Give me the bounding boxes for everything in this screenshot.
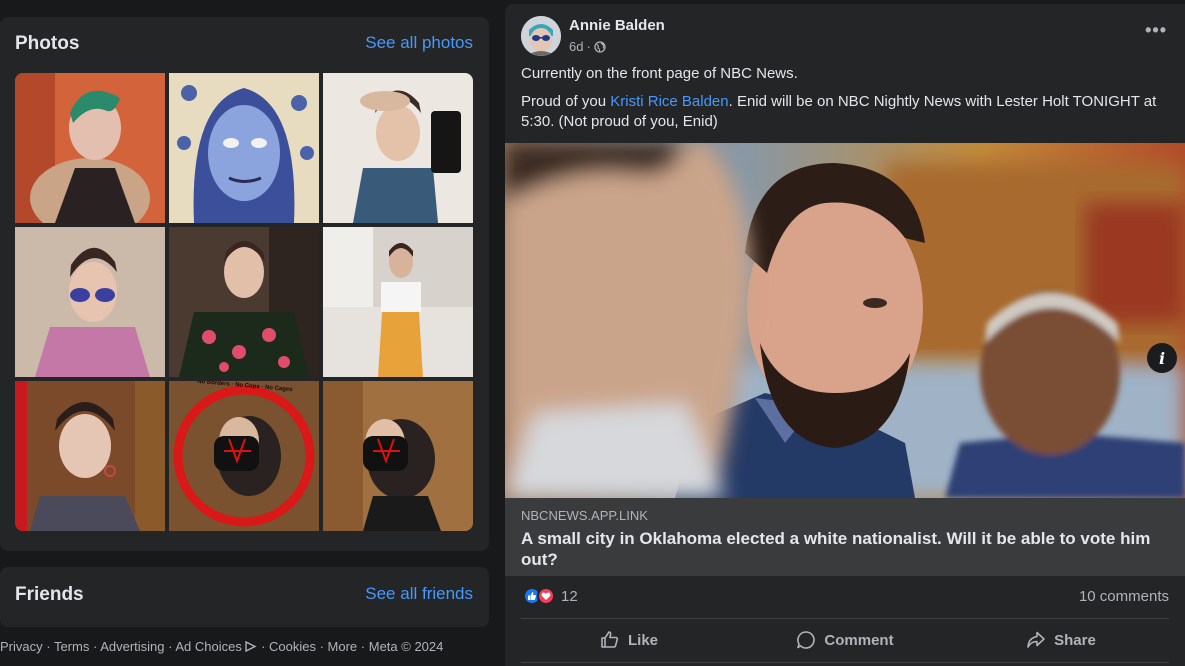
actions-divider-top [521, 618, 1169, 619]
photo-thumbnail-1[interactable] [15, 73, 165, 223]
mention-link[interactable]: Kristi Rice Balden [610, 93, 728, 110]
footer-privacy-link[interactable]: Privacy [0, 639, 43, 654]
friends-title: Friends [15, 584, 84, 605]
link-preview-image[interactable] [505, 143, 1185, 498]
share-button[interactable]: Share [953, 620, 1169, 660]
actions-divider-bottom [521, 662, 1169, 663]
post-text-line2: Proud of you Kristi Rice Balden. Enid wi… [521, 92, 1163, 132]
link-domain: NBCNEWS.APP.LINK [521, 508, 648, 523]
friends-card: Friends See all friends [0, 567, 489, 627]
globe-icon [594, 40, 606, 53]
see-all-photos-link[interactable]: See all photos [365, 33, 473, 53]
comment-icon [797, 631, 816, 649]
see-all-friends-link[interactable]: See all friends [365, 584, 473, 604]
photo-thumbnail-6[interactable] [323, 227, 473, 377]
friends-header: Friends See all friends [15, 584, 473, 608]
post-text-prefix: Proud of you [521, 93, 611, 110]
ad-choices-icon [245, 640, 258, 653]
reactions-summary[interactable]: 12 [523, 587, 578, 605]
photos-card: Photos See all photos No Borders · No Co… [0, 17, 489, 551]
footer-meta-copyright: Meta © 2024 [368, 639, 444, 654]
footer-cookies-link[interactable]: Cookies [269, 639, 316, 654]
share-icon [1027, 631, 1045, 648]
photo-thumbnail-8[interactable]: No Borders · No Cops · No Cages [169, 381, 319, 531]
footer-advertising-link[interactable]: Advertising [100, 639, 164, 654]
footer-terms-link[interactable]: Terms [54, 639, 89, 654]
photo-thumbnail-7[interactable] [15, 381, 165, 531]
like-button[interactable]: Like [521, 620, 737, 660]
photos-title: Photos [15, 33, 80, 54]
author-avatar[interactable] [521, 16, 561, 56]
post-text-line1: Currently on the front page of NBC News. [521, 65, 798, 82]
photos-header: Photos See all photos [15, 33, 473, 57]
like-label: Like [627, 631, 658, 649]
photo-thumbnail-3[interactable] [323, 73, 473, 223]
footer-ad-choices-link[interactable]: Ad Choices [175, 639, 241, 654]
link-preview-footer[interactable]: NBCNEWS.APP.LINK A small city in Oklahom… [505, 498, 1185, 576]
photo-thumbnail-4[interactable] [15, 227, 165, 377]
post-card: Annie Balden 6d · ••• Currently on the f… [505, 4, 1185, 666]
share-label: Share [1054, 631, 1096, 649]
footer-links: Privacy · Terms · Advertising · Ad Choic… [0, 639, 444, 654]
post-author-name[interactable]: Annie Balden [569, 17, 665, 34]
info-icon[interactable]: i [1147, 343, 1177, 373]
love-reaction-icon [537, 587, 555, 605]
comment-button[interactable]: Comment [737, 620, 953, 660]
footer-more-link[interactable]: More [328, 639, 358, 654]
reactions-count: 12 [561, 587, 578, 605]
post-actions: Like Comment Share [521, 620, 1169, 660]
photo-grid: No Borders · No Cops · No Cages [15, 73, 473, 531]
comments-count[interactable]: 10 comments [1079, 588, 1169, 605]
photo-thumbnail-5[interactable] [169, 227, 319, 377]
link-title: A small city in Oklahoma elected a white… [521, 529, 1151, 569]
thumbs-up-icon [601, 631, 619, 648]
more-options-icon[interactable]: ••• [1145, 20, 1167, 41]
post-timestamp[interactable]: 6d [569, 39, 583, 54]
post-meta: 6d · [569, 39, 606, 54]
photo-thumbnail-2[interactable] [169, 73, 319, 223]
photo-thumbnail-9[interactable] [323, 381, 473, 531]
comment-label: Comment [824, 631, 894, 649]
